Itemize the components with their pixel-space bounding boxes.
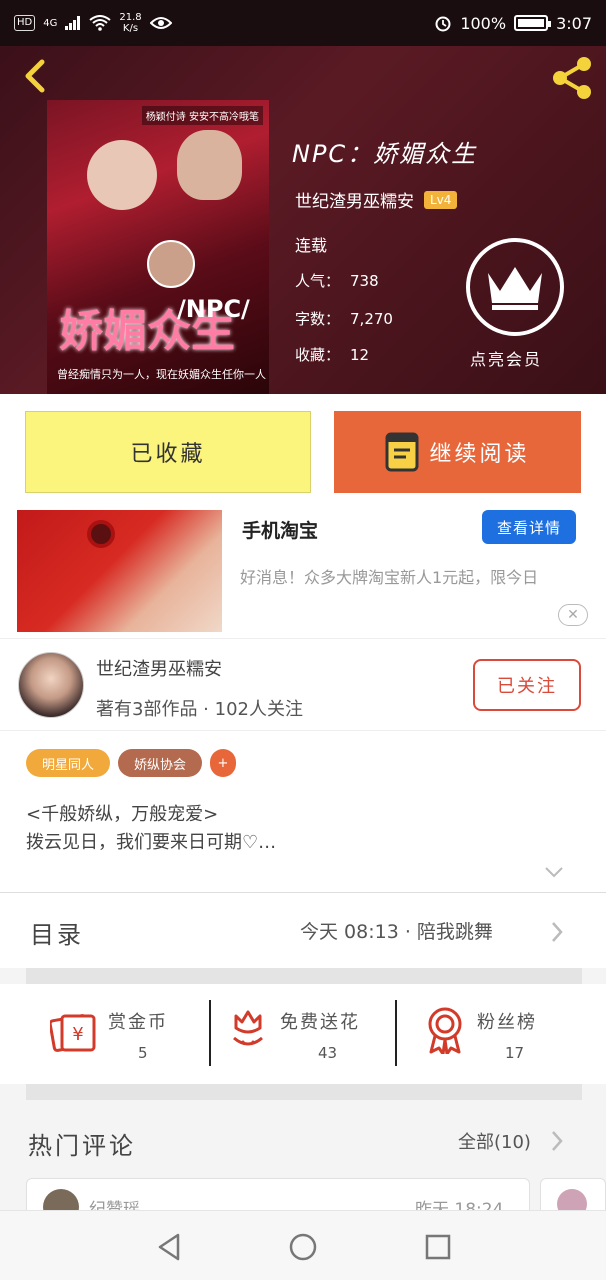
- action-bar: 已收藏 继续阅读: [0, 394, 606, 502]
- net-speed: 21.8 K/s: [119, 12, 142, 34]
- ad-close-icon[interactable]: ✕: [558, 604, 588, 626]
- hot-comments-title: 热门评论: [28, 1132, 136, 1160]
- svg-text:¥: ¥: [72, 1024, 83, 1045]
- battery-percent: 100%: [460, 13, 507, 33]
- cover-npc: /NPC/: [177, 295, 250, 323]
- gift-count: 43: [318, 1044, 338, 1062]
- ad-banner[interactable]: 手机淘宝 查看详情 好消息！众多大牌淘宝新人1元起，限今日 ✕: [0, 502, 606, 638]
- crown-icon: [488, 267, 542, 310]
- tag-club[interactable]: 娇纵协会: [118, 749, 202, 777]
- cover-figure: [87, 140, 157, 210]
- cover-figure: [177, 130, 242, 200]
- system-nav-bar: [0, 1210, 606, 1280]
- vip-label: 点亮会员: [470, 350, 543, 369]
- toc-label: 目录: [30, 921, 84, 949]
- signal-icon: [65, 16, 81, 30]
- ad-title: 手机淘宝: [242, 520, 319, 542]
- book-author[interactable]: 世纪渣男巫糯安: [295, 187, 414, 212]
- nav-recents-icon[interactable]: [425, 1234, 451, 1260]
- gift-name: 免费送花: [280, 1012, 360, 1033]
- tag-star-fanfic[interactable]: 明星同人: [26, 749, 110, 777]
- chevron-right-icon: [552, 922, 563, 942]
- network-label: 4G: [43, 17, 58, 29]
- status-bar: HD 4G 21.8 K/s 100% 3:07: [0, 0, 606, 46]
- vip-button[interactable]: [466, 238, 564, 336]
- continue-reading-button[interactable]: 继续阅读: [334, 411, 581, 493]
- book-header: 杨颖付诗 安安不高冷哦笔 娇媚众生 /NPC/ 曾经痴情只为一人，现在妖媚众生任…: [0, 46, 606, 394]
- author-avatar[interactable]: [18, 652, 84, 718]
- chevron-down-icon[interactable]: [544, 865, 564, 879]
- continue-reading-label: 继续阅读: [429, 442, 530, 467]
- author-meta: 著有3部作品 · 102人关注: [96, 699, 303, 720]
- red-packet-icon: ¥: [50, 1014, 96, 1052]
- cover-corner-text: 杨颖付诗 安安不高冷哦笔: [141, 106, 263, 125]
- phone-camera: [87, 520, 115, 548]
- book-description-block: 明星同人 娇纵协会 + <千般娇纵，万般宠爱> 拨云见日，我们要来日可期♡…: [0, 730, 606, 892]
- ad-details-button[interactable]: 查看详情: [482, 510, 576, 544]
- gift-name: 粉丝榜: [477, 1012, 537, 1033]
- battery-icon: [514, 15, 552, 31]
- book-icon: [385, 432, 419, 472]
- author-name[interactable]: 世纪渣男巫糯安: [96, 655, 222, 681]
- favorite-button[interactable]: 已收藏: [25, 411, 311, 493]
- book-author-row[interactable]: 世纪渣男巫糯安 Lv4: [295, 187, 458, 212]
- all-comments-link[interactable]: 全部(10): [458, 1128, 531, 1154]
- book-status: 连载: [295, 236, 328, 255]
- stat-popularity: 人气： 738: [295, 272, 379, 290]
- hd-badge: HD: [14, 15, 36, 31]
- book-cover[interactable]: 杨颖付诗 安安不高冷哦笔 娇媚众生 /NPC/ 曾经痴情只为一人，现在妖媚众生任…: [47, 100, 269, 394]
- table-of-contents-row[interactable]: 目录 今天 08:13 · 陪我跳舞: [0, 892, 606, 968]
- toc-latest-chapter: 今天 08:13 · 陪我跳舞: [300, 921, 493, 943]
- gift-fan-rank[interactable]: 粉丝榜 17: [425, 1002, 585, 1072]
- author-card[interactable]: 世纪渣男巫糯安 著有3部作品 · 102人关注 已关注: [0, 638, 606, 730]
- medal-icon: [428, 1007, 462, 1054]
- gift-row: ¥ 赏金币 5 免费送花 43 粉丝榜 17: [0, 984, 606, 1084]
- gift-count: 17: [505, 1044, 525, 1062]
- share-icon[interactable]: [548, 54, 596, 102]
- cover-tagline: 曾经痴情只为一人，现在妖媚众生任你一人: [57, 368, 266, 381]
- flower-icon: [233, 1010, 263, 1046]
- back-arrow-icon[interactable]: [16, 56, 56, 96]
- book-description: <千般娇纵，万般宠爱> 拨云见日，我们要来日可期♡…: [26, 804, 277, 853]
- alarm-icon: [435, 16, 451, 32]
- wifi-icon: [89, 15, 111, 31]
- nav-back-icon[interactable]: [156, 1233, 182, 1261]
- gift-count: 5: [138, 1044, 148, 1062]
- add-tag-button[interactable]: +: [210, 749, 236, 777]
- ad-image[interactable]: [17, 510, 222, 632]
- nav-home-icon[interactable]: [289, 1233, 317, 1261]
- author-level-badge: Lv4: [424, 190, 458, 209]
- stat-collections: 收藏： 12: [295, 346, 370, 364]
- gift-divider: [209, 1000, 211, 1066]
- divider-bar: [26, 1084, 582, 1100]
- book-title: NPC：娇媚众生: [292, 140, 478, 168]
- eye-icon: [149, 17, 172, 29]
- gift-name: 赏金币: [108, 1012, 168, 1033]
- divider-bar: [26, 968, 582, 984]
- cover-figure: [147, 240, 195, 288]
- ad-description: 好消息！众多大牌淘宝新人1元起，限今日: [240, 568, 539, 587]
- gift-coin[interactable]: ¥ 赏金币 5: [50, 1002, 200, 1072]
- gift-divider: [395, 1000, 397, 1066]
- stat-words: 字数： 7,270: [295, 310, 393, 328]
- follow-button[interactable]: 已关注: [473, 659, 581, 711]
- chevron-right-icon: [552, 1131, 563, 1151]
- gift-flower[interactable]: 免费送花 43: [230, 1002, 390, 1072]
- hot-comments-header: 热门评论 全部(10): [0, 1100, 606, 1180]
- clock: 3:07: [556, 13, 592, 33]
